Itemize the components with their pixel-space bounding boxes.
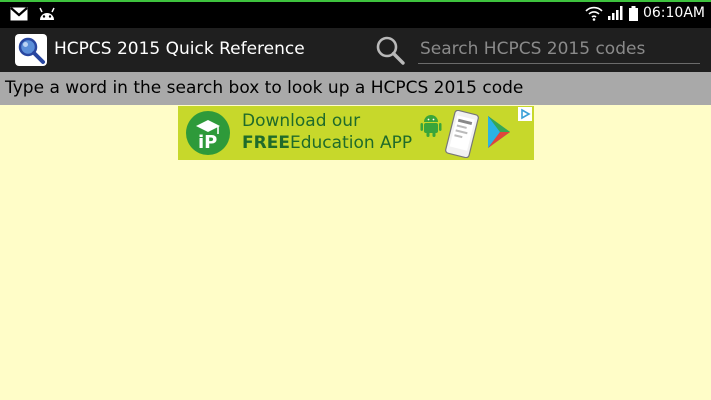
- android-icon: [39, 7, 55, 20]
- search-icon[interactable]: [374, 34, 406, 66]
- ad-choices-icon[interactable]: [518, 107, 532, 121]
- svg-text:iP: iP: [198, 132, 217, 153]
- gmail-icon: [10, 7, 28, 21]
- ad-free-label: FREE: [242, 133, 290, 153]
- wifi-icon: [585, 6, 603, 21]
- action-bar: HCPCS 2015 Quick Reference: [0, 28, 711, 72]
- app-icon[interactable]: [15, 34, 47, 66]
- education-app-logo-icon: iP: [186, 111, 230, 155]
- battery-icon: [628, 5, 638, 21]
- search-input[interactable]: [418, 34, 700, 64]
- ad-headline: Download our: [242, 111, 361, 131]
- status-time: 06:10AM: [642, 5, 705, 21]
- magnifier-logo-icon: [18, 37, 45, 64]
- ad-subline: Education APP: [290, 133, 413, 153]
- instruction-text: Type a word in the search box to look up…: [0, 72, 711, 105]
- android-robot-icon: [420, 115, 442, 137]
- status-bar: 06:10AM: [0, 0, 711, 28]
- app-title: HCPCS 2015 Quick Reference: [54, 39, 305, 59]
- signal-icon: [607, 6, 623, 20]
- google-play-icon: [488, 116, 510, 148]
- phone-screenshot-icon: [445, 110, 479, 158]
- ad-banner[interactable]: iP Download our FREE Education APP: [178, 106, 534, 160]
